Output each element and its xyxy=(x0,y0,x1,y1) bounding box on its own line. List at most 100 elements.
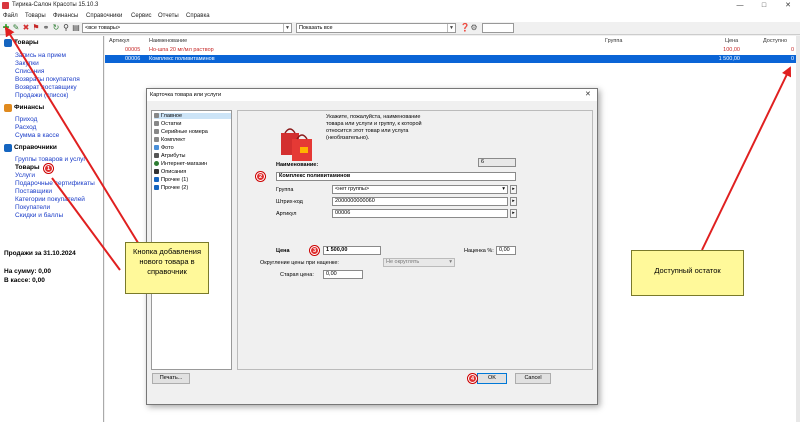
settings-icon[interactable]: ⚙ xyxy=(470,24,478,32)
nav-services[interactable]: Услуги xyxy=(15,172,35,179)
other-icon xyxy=(154,185,159,191)
tree-item-main[interactable]: Главное xyxy=(154,113,231,119)
menu-references[interactable]: Справочники xyxy=(86,13,122,19)
menu-file[interactable]: Файл xyxy=(3,13,18,19)
article-more-button[interactable]: ▸ xyxy=(510,209,517,218)
link-icon[interactable]: ⚭ xyxy=(42,24,50,32)
toolbar: ✚ ✎ ✖ ⚑ ⚭ ↻ ⚲ ▤ <все товары> ▼ Показать … xyxy=(0,22,800,35)
nav-expense[interactable]: Расход xyxy=(15,124,36,131)
cell-price: 100,00 xyxy=(723,47,740,53)
annotation-badge-2: 2 xyxy=(256,172,265,181)
show-filter-select[interactable]: Показать все ▼ xyxy=(296,23,456,33)
barcode-label: Штрих-код xyxy=(276,199,303,205)
col-price[interactable]: Цена xyxy=(725,38,738,44)
nav-writeoffs[interactable]: Списания xyxy=(15,68,44,75)
tree-item-other-2[interactable]: Прочее (2) xyxy=(154,185,188,191)
nav-gift-certificates[interactable]: Подарочные сертификаты xyxy=(15,180,95,187)
app-icon xyxy=(2,2,9,9)
dialog-close-button[interactable]: ✕ xyxy=(585,90,591,98)
tree-item-stock[interactable]: Остатки xyxy=(154,121,181,127)
price-input[interactable]: 1 500,00 xyxy=(323,246,381,255)
print-button[interactable]: Печать... xyxy=(152,373,190,384)
print-icon[interactable]: ▤ xyxy=(72,24,80,32)
finance-section-icon xyxy=(4,104,12,112)
tree-item-attributes[interactable]: Атрибуты xyxy=(154,153,185,159)
markup-label: Наценка %: xyxy=(464,248,494,254)
old-price-input[interactable]: 0,00 xyxy=(323,270,363,279)
group-label: Группа xyxy=(276,187,294,193)
close-window-button[interactable]: ✕ xyxy=(776,0,800,11)
nav-goods[interactable]: Товары xyxy=(15,164,40,171)
nav-supplier-return[interactable]: Возврат поставщику xyxy=(15,84,77,91)
note-available-stock: Доступный остаток xyxy=(631,250,744,296)
cancel-button[interactable]: Cancel xyxy=(515,373,551,384)
menu-help[interactable]: Справка xyxy=(186,13,210,19)
tree-item-webshop[interactable]: Интернет-магазин xyxy=(154,161,207,167)
help-icon[interactable]: ❓ xyxy=(460,24,470,32)
tree-item-descriptions[interactable]: Описания xyxy=(154,169,186,175)
attributes-icon xyxy=(154,153,159,159)
search-input[interactable] xyxy=(482,23,514,33)
search-icon[interactable]: ⚲ xyxy=(62,24,70,32)
nav-sales-list[interactable]: Продажи (список) xyxy=(15,92,68,99)
barcode-more-button[interactable]: ▸ xyxy=(510,197,517,206)
nav-customers[interactable]: Покупатели xyxy=(15,204,50,211)
name-input[interactable]: Комплекс поливитаминов xyxy=(276,172,516,181)
barcode-input[interactable]: 2000000000060 xyxy=(332,197,508,206)
col-available[interactable]: Доступно xyxy=(763,38,787,44)
flag-icon[interactable]: ⚑ xyxy=(32,24,40,32)
col-group[interactable]: Группа xyxy=(605,38,622,44)
rounding-label: Округление цены при наценке: xyxy=(260,260,339,266)
menu-service[interactable]: Сервис xyxy=(131,13,152,19)
nav-suppliers[interactable]: Поставщики xyxy=(15,188,52,195)
menu-bar: Файл Товары Финансы Справочники Сервис О… xyxy=(0,11,800,22)
refresh-icon[interactable]: ↻ xyxy=(52,24,60,32)
nav-discounts[interactable]: Скидки и баллы xyxy=(15,212,63,219)
page-icon xyxy=(154,113,159,119)
menu-reports[interactable]: Отчеты xyxy=(158,13,179,19)
nav-cash-total[interactable]: Сумма в кассе xyxy=(15,132,59,139)
left-nav-panel: Товары Запись на прием Закупки Списания … xyxy=(0,36,104,422)
group-more-button[interactable]: ▸ xyxy=(510,185,517,194)
group-select-value: <нет группы> xyxy=(335,186,370,192)
references-section-icon xyxy=(4,144,12,152)
markup-input[interactable]: 0,00 xyxy=(496,246,516,255)
cell-name: Комплекс поливитаминов xyxy=(149,56,215,62)
menu-goods[interactable]: Товары xyxy=(25,13,46,19)
page-icon xyxy=(154,129,159,135)
section-finance[interactable]: Финансы xyxy=(14,104,44,111)
sales-total: На сумму: 0,00 xyxy=(4,268,51,275)
tree-item-photo[interactable]: Фото xyxy=(154,145,174,151)
col-name[interactable]: Наименование xyxy=(149,38,187,44)
group-filter-select[interactable]: <все товары> ▼ xyxy=(82,23,292,33)
tree-item-other-1[interactable]: Прочее (1) xyxy=(154,177,188,183)
tree-item-kit[interactable]: Комплект xyxy=(154,137,185,143)
tree-item-serials[interactable]: Серийные номера xyxy=(154,129,208,135)
col-article[interactable]: Артикул xyxy=(109,38,130,44)
nav-customer-categories[interactable]: Категории покупателей xyxy=(15,196,85,203)
nav-income[interactable]: Приход xyxy=(15,116,37,123)
nav-customer-returns[interactable]: Возвраты покупателя xyxy=(15,76,80,83)
add-icon[interactable]: ✚ xyxy=(2,24,10,32)
table-row[interactable]: 00005 Но-шпа 20 мг/мл раствор 100,00 0 xyxy=(105,46,796,54)
maximize-button[interactable]: □ xyxy=(752,0,776,11)
minimize-button[interactable]: — xyxy=(728,0,752,11)
shopping-bags-icon xyxy=(281,128,312,161)
section-goods[interactable]: Товары xyxy=(14,39,39,46)
edit-icon[interactable]: ✎ xyxy=(12,24,20,32)
nav-appointments[interactable]: Запись на прием xyxy=(15,52,66,59)
nav-groups[interactable]: Группы товаров и услуг xyxy=(15,156,86,163)
group-select[interactable]: <нет группы> ▾ xyxy=(332,185,508,194)
nav-purchases[interactable]: Закупки xyxy=(15,60,39,67)
ok-button[interactable]: OK xyxy=(477,373,507,384)
dialog-main-page: Укажите, пожалуйста, наименование товара… xyxy=(237,110,593,370)
article-label: Артикул xyxy=(276,211,297,217)
group-filter-value: <все товары> xyxy=(85,25,121,31)
delete-icon[interactable]: ✖ xyxy=(22,24,30,32)
goods-section-icon xyxy=(4,39,12,47)
article-input[interactable]: 00006 xyxy=(332,209,508,218)
vertical-scrollbar[interactable] xyxy=(796,36,800,422)
section-references[interactable]: Справочники xyxy=(14,144,57,151)
table-row-selected[interactable]: 00006 Комплекс поливитаминов 1 500,00 0 xyxy=(105,55,796,63)
menu-finance[interactable]: Финансы xyxy=(53,13,78,19)
